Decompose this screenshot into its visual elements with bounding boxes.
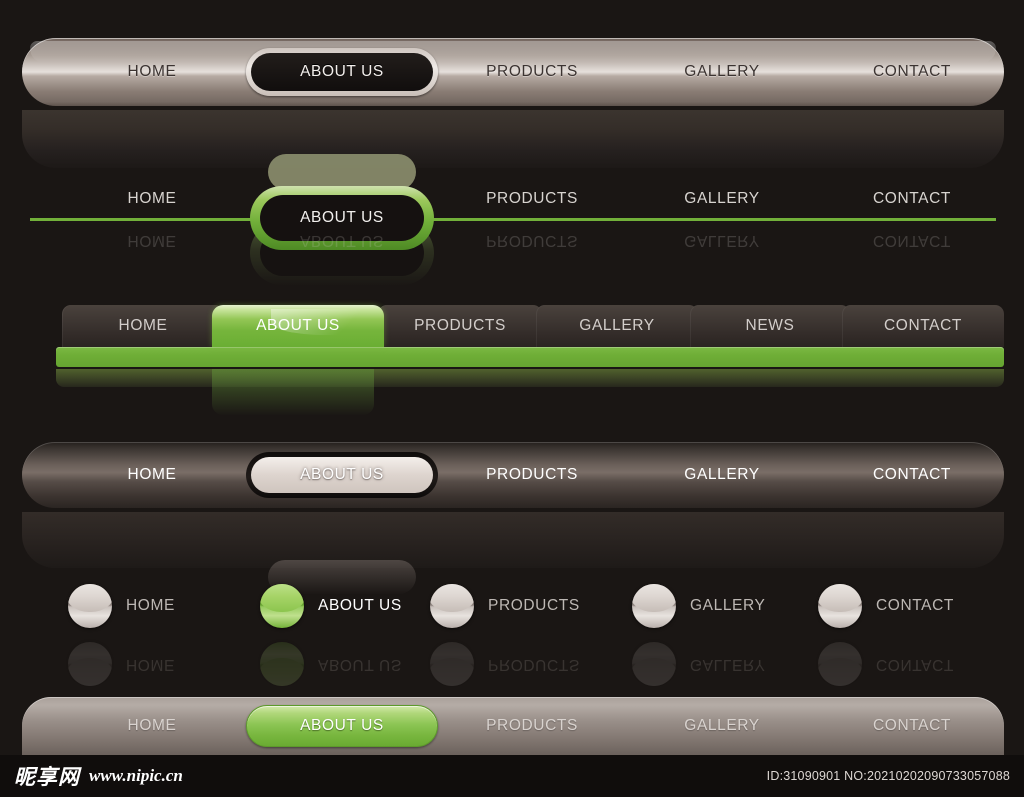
nav3-label-gallery: GALLERY — [579, 317, 655, 334]
nav5-item-gallery[interactable]: GALLERY — [632, 578, 765, 634]
nav6-item-home[interactable]: HOME — [62, 697, 242, 755]
nav2-item-products-reflection: PRODUCTS — [486, 232, 578, 249]
nav1-item-products[interactable]: PRODUCTS — [442, 38, 622, 106]
nav1-item-contact[interactable]: CONTACT — [822, 38, 1002, 106]
nav4-item-gallery[interactable]: GALLERY — [632, 442, 812, 508]
nav3-label-about-us: ABOUT US — [256, 317, 340, 334]
nav4-label-home: HOME — [127, 466, 177, 483]
nav2-item-home-reflection: HOME — [127, 232, 177, 249]
nav3-active-reflection — [212, 369, 374, 415]
nav1-item-home[interactable]: HOME — [62, 38, 242, 106]
nav3-label-products: PRODUCTS — [414, 317, 506, 334]
watermark-url: www.nipic.cn — [89, 766, 183, 785]
nav4-item-contact[interactable]: CONTACT — [822, 442, 1002, 508]
nav4-label-contact: CONTACT — [873, 466, 951, 483]
asset-id-text: ID:31090901 NO:20210202090733057088 — [766, 769, 1010, 783]
nav2-label-contact: CONTACT — [873, 190, 951, 207]
nav3-tab-news[interactable]: NEWS — [690, 305, 850, 347]
nav2-item-gallery[interactable]: GALLERY — [632, 180, 812, 218]
nav3-tab-contact[interactable]: CONTACT — [842, 305, 1004, 347]
nav2-label-gallery: GALLERY — [684, 190, 760, 207]
nav5-item-home[interactable]: HOME — [68, 578, 175, 634]
nav-balls: HOME HOME ABOUT US ABOUT US PRODUCTS PRO… — [0, 578, 1024, 686]
nav6-item-contact[interactable]: CONTACT — [822, 697, 1002, 755]
nav5-item-home-reflection: HOME — [68, 636, 175, 692]
nav6-item-about-us[interactable]: ABOUT US — [246, 705, 438, 747]
nav3-label-contact: CONTACT — [884, 317, 962, 334]
nav5-item-about-us-reflection: ABOUT US — [260, 636, 402, 692]
sphere-bullet-icon — [632, 642, 676, 686]
nav3-tab-home[interactable]: HOME — [62, 305, 224, 347]
nav1-label-gallery: GALLERY — [684, 63, 760, 80]
sphere-bullet-icon — [818, 584, 862, 628]
nav6-label-gallery: GALLERY — [684, 717, 760, 734]
nav4-label-gallery: GALLERY — [684, 466, 760, 483]
nav6-label-contact: CONTACT — [873, 717, 951, 734]
nav2-item-home[interactable]: HOME — [62, 180, 242, 218]
sphere-bullet-icon — [430, 642, 474, 686]
sphere-bullet-icon — [430, 584, 474, 628]
nav2-item-gallery-reflection: GALLERY — [684, 232, 760, 249]
nav5-label-products: PRODUCTS — [488, 597, 580, 614]
nav6-label-products: PRODUCTS — [486, 717, 578, 734]
nav3-green-bar — [56, 347, 1004, 367]
nav3-tab-gallery[interactable]: GALLERY — [536, 305, 698, 347]
nav4-label-products: PRODUCTS — [486, 466, 578, 483]
nav5-item-about-us[interactable]: ABOUT US — [260, 578, 402, 634]
nav3-tab-about-us[interactable]: ABOUT US — [212, 305, 384, 347]
nav3-label-news: NEWS — [745, 317, 795, 334]
nav1-label-contact: CONTACT — [873, 63, 951, 80]
nav1-item-gallery[interactable]: GALLERY — [632, 38, 812, 106]
nav6-item-gallery[interactable]: GALLERY — [632, 697, 812, 755]
nav-metal-dark-reflection — [22, 512, 1004, 568]
nav4-label-about-us: ABOUT US — [300, 466, 384, 483]
nav-green-line: HOME HOME ABOUT US ABOUT US PRODUCTS PRO… — [22, 180, 1004, 285]
sphere-bullet-icon — [68, 584, 112, 628]
nav5-item-products[interactable]: PRODUCTS — [430, 578, 580, 634]
nav5-item-gallery-reflection: GALLERY — [632, 636, 765, 692]
nav2-item-products[interactable]: PRODUCTS — [442, 180, 622, 218]
watermark-group: 昵享网 www.nipic.cn — [14, 761, 183, 791]
nav5-item-contact[interactable]: CONTACT — [818, 578, 954, 634]
nav6-label-about-us: ABOUT US — [300, 717, 384, 734]
nav5-label-contact: CONTACT — [876, 597, 954, 614]
nav-metal-light: HOME ABOUT US PRODUCTS GALLERY CONTACT — [22, 38, 1004, 190]
nav4-item-home[interactable]: HOME — [62, 442, 242, 508]
nav2-item-contact[interactable]: CONTACT — [822, 180, 1002, 218]
nav3-tab-products[interactable]: PRODUCTS — [378, 305, 542, 347]
footer-watermark-bar: 昵享网 www.nipic.cn ID:31090901 NO:20210202… — [0, 755, 1024, 797]
nav5-item-products-reflection: PRODUCTS — [430, 636, 580, 692]
nav1-label-home: HOME — [127, 63, 177, 80]
nav5-item-contact-reflection: CONTACT — [818, 636, 954, 692]
nav1-item-about-us[interactable]: ABOUT US — [246, 48, 438, 96]
nav2-label-products: PRODUCTS — [486, 190, 578, 207]
nav4-item-products[interactable]: PRODUCTS — [442, 442, 622, 508]
nav6-label-home: HOME — [127, 717, 177, 734]
watermark-logo-text: 昵享网 — [14, 765, 80, 789]
sphere-bullet-active-icon — [260, 642, 304, 686]
nav-metal-dark: HOME ABOUT US PRODUCTS GALLERY CONTACT — [22, 442, 1004, 594]
nav-tabs: HOME ABOUT US PRODUCTS GALLERY NEWS CONT… — [22, 305, 1004, 415]
sphere-bullet-icon — [68, 642, 112, 686]
nav5-label-home: HOME — [126, 597, 175, 614]
nav2-item-about-us-reflection: ABOUT US — [300, 232, 384, 249]
nav2-item-contact-reflection: CONTACT — [873, 232, 951, 249]
nav5-label-gallery: GALLERY — [690, 597, 766, 614]
nav3-label-home: HOME — [118, 317, 168, 334]
nav5-label-about-us: ABOUT US — [318, 597, 402, 614]
sphere-bullet-active-icon — [260, 584, 304, 628]
nav-metal-light-reflection — [22, 110, 1004, 168]
nav3-green-bar-reflection — [56, 369, 1004, 387]
sphere-bullet-icon — [818, 642, 862, 686]
nav2-label-home: HOME — [127, 190, 177, 207]
nav4-item-about-us[interactable]: ABOUT US — [246, 452, 438, 498]
nav1-label-about-us: ABOUT US — [300, 63, 384, 80]
nav1-label-products: PRODUCTS — [486, 63, 578, 80]
nav-template-sheet: HOME ABOUT US PRODUCTS GALLERY CONTACT H… — [0, 0, 1024, 797]
nav6-item-products[interactable]: PRODUCTS — [442, 697, 622, 755]
sphere-bullet-icon — [632, 584, 676, 628]
